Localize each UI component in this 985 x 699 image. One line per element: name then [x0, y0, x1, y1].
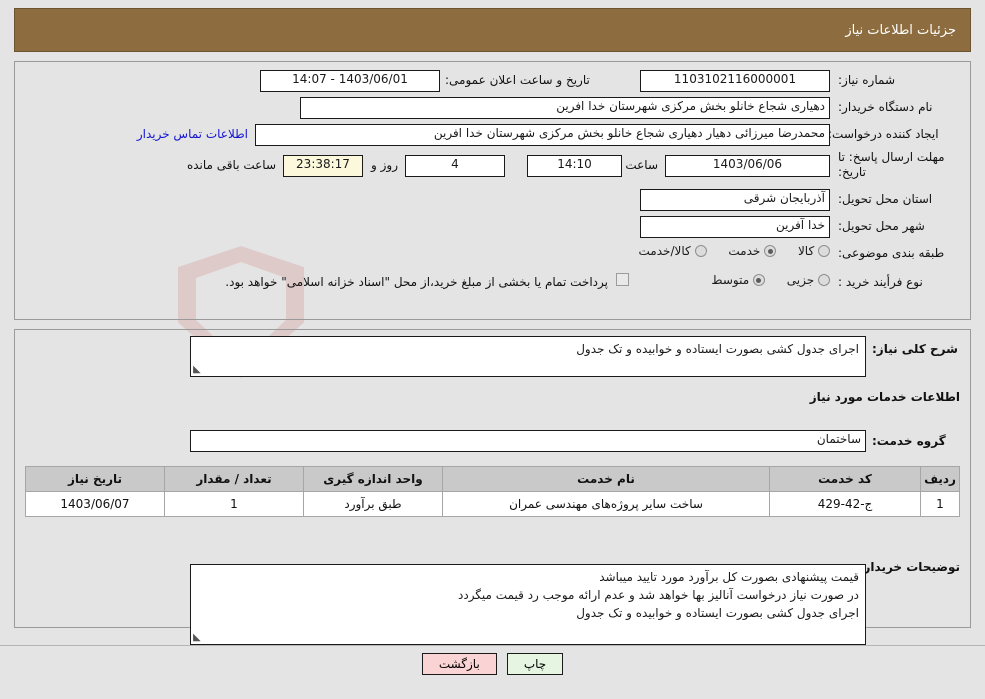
- countdown-timer-value: 23:38:17: [283, 155, 363, 177]
- announce-datetime-value: 1403/06/01 - 14:07: [260, 70, 440, 92]
- remaining-days-value: 4: [405, 155, 505, 177]
- province-label: استان محل تحویل:: [838, 192, 933, 206]
- treasury-checkbox-label: پرداخت تمام یا بخشی از مبلغ خرید،از محل …: [225, 275, 608, 289]
- th-unit: واحد اندازه گیری: [303, 466, 443, 492]
- general-desc-value: اجرای جدول کشی بصورت ایستاده و خوابیده و…: [576, 342, 859, 356]
- general-desc-textarea[interactable]: اجرای جدول کشی بصورت ایستاده و خوابیده و…: [190, 336, 866, 377]
- buyer-contact-link[interactable]: اطلاعات تماس خریدار: [137, 127, 248, 141]
- service-group-label: گروه خدمت:: [872, 434, 946, 448]
- need-info-panel: شماره نیاز: 1103102116000001 تاریخ و ساع…: [14, 61, 971, 320]
- radio-jozii-icon[interactable]: [818, 274, 830, 286]
- deadline-date-value: 1403/06/06: [665, 155, 830, 177]
- deadline-time-value: 14:10: [527, 155, 622, 177]
- requester-label: ایجاد کننده درخواست:: [828, 127, 939, 141]
- process-option-motavaset-label: متوسط: [711, 273, 750, 287]
- remaining-days-label: روز و: [371, 158, 398, 172]
- buyer-org-value: دهیاری شجاع خانلو بخش مرکزی شهرستان خدا …: [300, 97, 830, 119]
- buyer-notes-label: توضیحات خریدار:: [858, 560, 960, 574]
- need-number-value: 1103102116000001: [640, 70, 830, 92]
- th-code: کد خدمت: [769, 466, 921, 492]
- table-header-row: ردیف کد خدمت نام خدمت واحد اندازه گیری ت…: [25, 466, 960, 492]
- th-row: ردیف: [920, 466, 960, 492]
- category-option-khedmat-label: خدمت: [728, 244, 761, 258]
- th-name: نام خدمت: [442, 466, 770, 492]
- process-radio-group: جزیی متوسط: [711, 273, 830, 287]
- cell-qty: 1: [164, 491, 304, 517]
- category-option-kala[interactable]: کالا: [794, 244, 830, 258]
- page-header: جزئیات اطلاعات نیاز: [14, 8, 971, 52]
- deadline-label: مهلت ارسال پاسخ: تا تاریخ:: [838, 150, 945, 179]
- page-root: جزئیات اطلاعات نیاز شماره نیاز: 11031021…: [0, 8, 985, 675]
- services-table-wrap: ردیف کد خدمت نام خدمت واحد اندازه گیری ت…: [25, 466, 960, 517]
- buyer-notes-textarea[interactable]: قیمت پیشنهادی بصورت کل برآورد مورد تایید…: [190, 564, 866, 645]
- process-option-jozii[interactable]: جزیی: [783, 273, 830, 287]
- radio-motavaset-icon[interactable]: [752, 274, 765, 286]
- cell-row: 1: [920, 491, 960, 517]
- resize-grip-icon[interactable]: ◢: [193, 632, 203, 643]
- cell-date: 1403/06/07: [25, 491, 165, 517]
- category-option-khedmat[interactable]: خدمت: [725, 244, 777, 258]
- province-value: آذربایجان شرقی: [640, 189, 830, 211]
- category-label: طبقه بندی موضوعی:: [838, 246, 945, 260]
- category-radio-group: کالا خدمت کالا/خدمت: [639, 244, 830, 258]
- category-option-kala-khedmat-label: کالا/خدمت: [638, 244, 691, 258]
- city-value: خدا آفرین: [640, 216, 830, 238]
- footer-actions: بازگشت چاپ: [0, 653, 985, 675]
- page-title: جزئیات اطلاعات نیاز: [845, 22, 956, 38]
- radio-kala-khedmat-icon[interactable]: [694, 245, 707, 257]
- need-number-label: شماره نیاز:: [838, 73, 895, 87]
- process-type-label: نوع فرأیند خرید :: [838, 275, 923, 289]
- services-section-title: اطلاعات خدمات مورد نیاز: [809, 390, 960, 404]
- need-detail-panel: شرح کلی نیاز: اجرای جدول کشی بصورت ایستا…: [14, 329, 971, 645]
- cell-unit: طبق برآورد: [303, 491, 443, 517]
- resize-grip-icon[interactable]: ◢: [193, 364, 203, 375]
- treasury-checkbox[interactable]: [616, 273, 629, 286]
- services-table: ردیف کد خدمت نام خدمت واحد اندازه گیری ت…: [25, 466, 960, 517]
- service-group-value: ساختمان: [190, 430, 866, 452]
- buyer-notes-line-1: قیمت پیشنهادی بصورت کل برآورد مورد تایید…: [599, 570, 859, 584]
- table-row: 1 ج-42-429 ساخت سایر پروژه‌های مهندسی عم…: [25, 491, 960, 517]
- remaining-hours-label: ساعت باقی مانده: [186, 158, 276, 172]
- buyer-notes-line-3: اجرای جدول کشی بصورت ایستاده و خوابیده و…: [576, 606, 859, 620]
- process-option-motavaset[interactable]: متوسط: [711, 273, 765, 287]
- cell-code: ج-42-429: [769, 491, 921, 517]
- back-button[interactable]: بازگشت: [421, 653, 497, 675]
- category-option-kala-khedmat[interactable]: کالا/خدمت: [639, 244, 707, 258]
- announce-datetime-label: تاریخ و ساعت اعلان عمومی:: [445, 73, 590, 87]
- radio-kala-icon[interactable]: [818, 245, 830, 257]
- buyer-org-label: نام دستگاه خریدار:: [838, 100, 933, 114]
- buyer-notes-line-2: در صورت نیاز درخواست آنالیز بها خواهد شد…: [458, 588, 859, 602]
- deadline-hour-label: ساعت: [625, 158, 658, 172]
- requester-value: محمدرضا میرزائی دهیار دهیاری شجاع خانلو …: [255, 124, 830, 146]
- print-button[interactable]: چاپ: [506, 653, 564, 675]
- general-desc-label: شرح کلی نیاز:: [872, 342, 958, 356]
- cell-name: ساخت سایر پروژه‌های مهندسی عمران: [442, 491, 770, 517]
- th-qty: تعداد / مقدار: [164, 466, 304, 492]
- process-option-jozii-label: جزیی: [786, 273, 815, 287]
- footer-divider: [0, 645, 985, 646]
- th-date: تاریخ نیاز: [25, 466, 165, 492]
- radio-khedmat-icon[interactable]: [764, 245, 777, 257]
- city-label: شهر محل تحویل:: [838, 219, 925, 233]
- category-option-kala-label: کالا: [797, 244, 815, 258]
